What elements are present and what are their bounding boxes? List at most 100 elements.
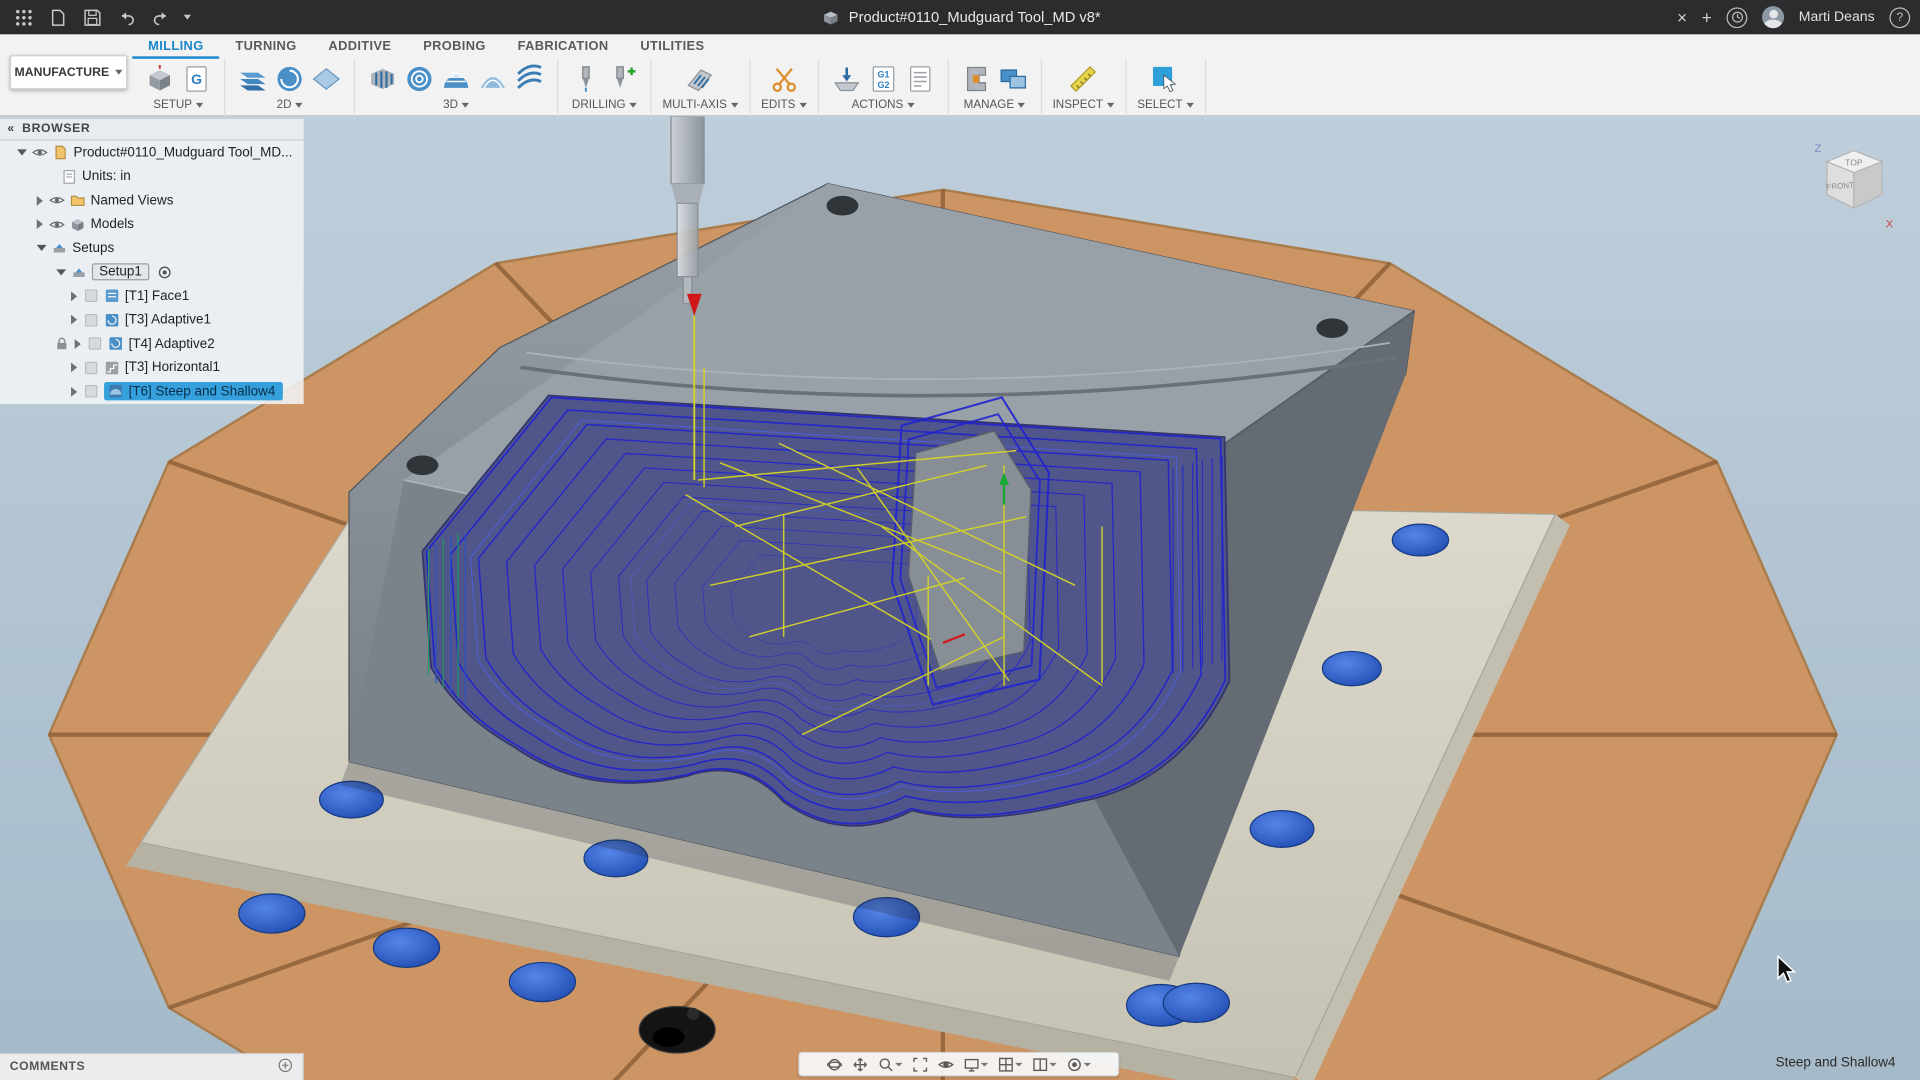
- setup-sheet-icon[interactable]: [903, 62, 936, 95]
- drilling-dropdown[interactable]: DRILLING: [572, 98, 637, 111]
- new-setup-icon[interactable]: [143, 62, 176, 95]
- tree-item-named-views[interactable]: Named Views: [0, 189, 304, 213]
- inspect-dropdown[interactable]: INSPECT: [1053, 98, 1114, 111]
- scissors-icon[interactable]: [767, 62, 800, 95]
- undo-icon[interactable]: [115, 6, 137, 28]
- tree-item-face1[interactable]: [T1] Face1: [0, 284, 304, 308]
- caret-collapsed-icon[interactable]: [71, 291, 77, 301]
- tab-utilities[interactable]: UTILITIES: [624, 34, 720, 58]
- expand-comments-icon[interactable]: [278, 1058, 293, 1076]
- edits-dropdown[interactable]: EDITS: [761, 98, 806, 111]
- group-drilling: DRILLING: [558, 59, 651, 117]
- select-icon[interactable]: [1149, 62, 1182, 95]
- adaptive-2d-icon[interactable]: [273, 62, 306, 95]
- user-name[interactable]: Marti Deans: [1799, 10, 1875, 25]
- tab-fabrication[interactable]: FABRICATION: [502, 34, 625, 58]
- fit-icon[interactable]: [909, 1055, 932, 1073]
- 3d-dropdown[interactable]: 3D: [443, 98, 469, 111]
- chevron-down-icon[interactable]: [184, 15, 191, 20]
- group-edits: EDITS: [750, 59, 819, 117]
- multi-axis-dropdown[interactable]: MULTI-AXIS: [662, 98, 737, 111]
- measure-icon[interactable]: [1067, 62, 1100, 95]
- tree-item-label: [T3] Horizontal1: [125, 360, 220, 375]
- close-tab-icon[interactable]: ×: [1677, 9, 1687, 26]
- pocket-clearing-icon[interactable]: [403, 62, 436, 95]
- caret-collapsed-icon[interactable]: [37, 196, 43, 206]
- navigation-bar: [798, 1052, 1119, 1076]
- tree-item-models[interactable]: Models: [0, 212, 304, 236]
- adaptive-clearing-icon[interactable]: [366, 62, 399, 95]
- caret-collapsed-icon[interactable]: [71, 363, 77, 373]
- avatar[interactable]: [1762, 6, 1784, 28]
- caret-collapsed-icon[interactable]: [71, 315, 77, 325]
- tap-drill-icon[interactable]: [606, 62, 639, 95]
- tree-item-steep-and-shallow4[interactable]: [T6] Steep and Shallow4: [0, 380, 304, 404]
- swarf-icon[interactable]: [684, 62, 717, 95]
- active-setup-radio-icon[interactable]: [157, 264, 173, 280]
- help-icon[interactable]: ?: [1889, 7, 1910, 28]
- tree-item-setup1[interactable]: Setup1: [0, 260, 304, 284]
- tree-item-root[interactable]: Product#0110_Mudguard Tool_MD...: [0, 141, 304, 165]
- face-milling-icon[interactable]: [236, 62, 269, 95]
- titlebar: Product#0110_Mudguard Tool_MD v8* × + Ma…: [0, 0, 1920, 34]
- orbit-icon[interactable]: [823, 1055, 846, 1073]
- ribbon-groups: G SETUP 2D: [132, 59, 1206, 117]
- morph-icon[interactable]: [476, 62, 509, 95]
- actions-dropdown[interactable]: ACTIONS: [852, 98, 915, 111]
- apps-grid-icon[interactable]: [12, 6, 34, 28]
- tree-item-adaptive1[interactable]: [T3] Adaptive1: [0, 308, 304, 332]
- select-dropdown[interactable]: SELECT: [1137, 98, 1193, 111]
- save-icon[interactable]: [81, 6, 103, 28]
- 2d-dropdown[interactable]: 2D: [277, 98, 303, 111]
- caret-collapsed-icon[interactable]: [75, 339, 81, 349]
- file-icon[interactable]: [47, 6, 69, 28]
- chamfer-2d-icon[interactable]: [310, 62, 343, 95]
- redo-icon[interactable]: [149, 6, 171, 28]
- grid-icon[interactable]: [994, 1055, 1026, 1073]
- steep-and-shallow-icon[interactable]: [440, 62, 473, 95]
- caret-expanded-icon[interactable]: [37, 245, 47, 251]
- workspace-switcher[interactable]: MANUFACTURE: [10, 55, 128, 89]
- comments-bar[interactable]: COMMENTS: [0, 1053, 304, 1080]
- navigation-icon[interactable]: [1063, 1055, 1095, 1073]
- caret-expanded-icon[interactable]: [56, 269, 66, 275]
- pan-icon[interactable]: [849, 1055, 872, 1073]
- chevron-down-icon: [629, 102, 636, 107]
- collapse-panel-icon[interactable]: «: [7, 122, 14, 135]
- viewports-icon[interactable]: [1029, 1055, 1061, 1073]
- tab-probing[interactable]: PROBING: [407, 34, 501, 58]
- caret-collapsed-icon[interactable]: [71, 387, 77, 397]
- svg-text:G2: G2: [877, 79, 889, 89]
- setup-dropdown[interactable]: SETUP: [153, 98, 203, 111]
- tab-milling[interactable]: MILLING: [132, 34, 219, 58]
- eye-icon[interactable]: [49, 193, 65, 209]
- look-at-icon[interactable]: [934, 1055, 957, 1073]
- tree-item-label: Product#0110_Mudguard Tool_MD...: [73, 145, 292, 160]
- gcode-document-icon[interactable]: G: [180, 62, 213, 95]
- drill-icon[interactable]: [569, 62, 602, 95]
- viewcube[interactable]: Z X TOP FRONT: [1805, 132, 1903, 235]
- eye-icon[interactable]: [32, 145, 48, 161]
- eye-icon[interactable]: [49, 216, 65, 232]
- tree-item-units[interactable]: Units: in: [0, 165, 304, 189]
- post-process-icon[interactable]: G1G2: [866, 62, 899, 95]
- zoom-icon[interactable]: [874, 1055, 906, 1073]
- flow-icon[interactable]: [513, 62, 546, 95]
- tree-item-setups[interactable]: Setups: [0, 236, 304, 260]
- simulate-icon[interactable]: [830, 62, 863, 95]
- tab-turning[interactable]: TURNING: [220, 34, 313, 58]
- group-inspect: INSPECT: [1042, 59, 1127, 117]
- group-select: SELECT: [1126, 59, 1206, 117]
- tree-item-adaptive2[interactable]: [T4] Adaptive2: [0, 332, 304, 356]
- job-status-icon[interactable]: [1727, 7, 1748, 28]
- display-settings-icon[interactable]: [960, 1055, 992, 1073]
- tab-additive[interactable]: ADDITIVE: [312, 34, 407, 58]
- tree-item-horizontal1[interactable]: [T3] Horizontal1: [0, 356, 304, 380]
- task-manager-icon[interactable]: [996, 62, 1029, 95]
- manage-dropdown[interactable]: MANAGE: [964, 98, 1025, 111]
- caret-expanded-icon[interactable]: [17, 150, 27, 156]
- selected-operation[interactable]: [T6] Steep and Shallow4: [104, 382, 283, 400]
- caret-collapsed-icon[interactable]: [37, 219, 43, 229]
- tool-library-icon[interactable]: [960, 62, 993, 95]
- new-tab-icon[interactable]: +: [1702, 9, 1712, 26]
